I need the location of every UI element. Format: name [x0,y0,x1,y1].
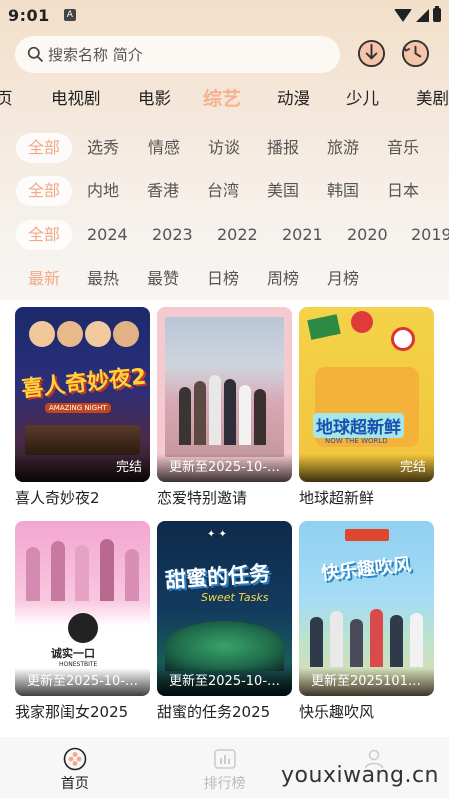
watermark: youxiwang.cn [281,763,439,788]
genre-chip[interactable]: 选秀 [87,133,119,163]
year-chip[interactable]: 2020 [347,220,388,250]
sort-chip[interactable]: 最新 [28,264,60,294]
tab-us-drama[interactable]: 美剧 [416,84,449,114]
sort-chip[interactable]: 日榜 [207,264,239,294]
show-card[interactable]: 快乐趣吹风 更新至20251012期 快乐趣吹风 [299,521,434,722]
genre-filter-row: 全部 选秀 情感 访谈 播报 旅游 音乐 [0,133,449,163]
genre-chip[interactable]: 音乐 [387,133,419,163]
episode-caption: 更新至2025-10-12... [157,668,292,696]
show-card[interactable]: 喜人奇妙夜2 AMAZING NIGHT 完结 喜人奇妙夜2 [15,307,150,508]
year-chip[interactable]: 2021 [282,220,323,250]
status-time: 9:01 [8,5,50,25]
wifi-icon [394,8,412,22]
year-chip[interactable]: 全部 [16,220,73,250]
region-chip[interactable]: 香港 [147,176,179,206]
year-chip[interactable]: 2023 [152,220,193,250]
search-input[interactable] [48,45,318,64]
genre-chip[interactable]: 播报 [267,133,299,163]
region-chip[interactable]: 日本 [387,176,419,206]
home-icon [63,747,87,771]
nav-label: 排行榜 [203,776,246,792]
episode-caption: 更新至2025-10-12... [15,668,150,696]
show-card[interactable]: 更新至2025-10-12... 恋爱特别邀请 [157,307,292,508]
poster-title: 甜蜜的任务 [164,561,271,593]
search-icon [27,46,43,62]
tab-tv-series[interactable]: 电视剧 [51,84,101,114]
tab-movies[interactable]: 电影 [138,84,171,114]
signal-icon [416,8,429,22]
episode-caption: 更新至20251012期 [299,668,434,696]
show-poster[interactable]: 诚实一口 HONESTBITE 更新至2025-10-12... [15,521,150,696]
tab-variety[interactable]: 综艺 [203,84,241,114]
show-title[interactable]: 喜人奇妙夜2 [15,487,150,508]
notification-icon: A [63,9,76,21]
status-bar: 9:01 A [0,0,449,30]
genre-chip[interactable]: 情感 [148,133,180,163]
show-title[interactable]: 恋爱特别邀请 [157,487,292,508]
region-chip[interactable]: 台湾 [207,176,239,206]
region-chip[interactable]: 内地 [87,176,119,206]
nav-label: 首页 [60,776,89,792]
year-chip[interactable]: 2022 [217,220,258,250]
show-card[interactable]: 地球超新鲜 NOW THE WORLD 完结 地球超新鲜 [299,307,434,508]
show-poster[interactable]: 地球超新鲜 NOW THE WORLD 完结 [299,307,434,482]
episode-caption: 完结 [299,454,434,482]
poster-title: 喜人奇妙夜2 [20,364,148,403]
year-filter-row: 全部 2024 2023 2022 2021 2020 2019 [0,220,449,250]
sort-chip[interactable]: 周榜 [267,264,299,294]
tab-kids[interactable]: 少儿 [346,84,379,114]
year-chip[interactable]: 2024 [87,220,128,250]
show-title[interactable]: 我家那闺女2025 [15,701,150,722]
poster-subtitle: AMAZING NIGHT [45,403,111,413]
nav-ranking[interactable]: 排行榜 [150,737,300,798]
show-title[interactable]: 地球超新鲜 [299,487,434,508]
category-tabs: 页 电视剧 电影 综艺 动漫 少儿 美剧 [0,84,449,114]
search-bar[interactable] [15,36,340,73]
region-chip[interactable]: 美国 [267,176,299,206]
poster-title: 诚实一口 [51,647,95,660]
show-card[interactable]: 诚实一口 HONESTBITE 更新至2025-10-12... 我家那闺女20… [15,521,150,722]
show-title[interactable]: 快乐趣吹风 [299,701,434,722]
ranking-icon [213,749,236,769]
poster-subtitle: NOW THE WORLD [325,437,388,445]
poster-subtitle: HONESTBITE [59,661,98,668]
poster-subtitle: Sweet Tasks [201,591,269,604]
show-poster[interactable]: 喜人奇妙夜2 AMAZING NIGHT 完结 [15,307,150,482]
region-chip[interactable]: 韩国 [327,176,359,206]
sort-chip[interactable]: 最赞 [147,264,179,294]
genre-chip[interactable]: 旅游 [327,133,359,163]
poster-title: 地球超新鲜 [313,413,404,438]
region-chip[interactable]: 全部 [16,176,73,206]
tab-anime[interactable]: 动漫 [277,84,310,114]
status-icons [394,6,441,22]
poster-title: 快乐趣吹风 [320,554,413,585]
show-poster[interactable]: 更新至2025-10-12... [157,307,292,482]
genre-chip[interactable]: 全部 [16,133,73,163]
show-card[interactable]: ✦ ✦ 甜蜜的任务 Sweet Tasks 更新至2025-10-12... 甜… [157,521,292,722]
battery-icon [433,6,441,22]
show-poster[interactable]: 快乐趣吹风 更新至20251012期 [299,521,434,696]
history-icon[interactable] [401,39,430,68]
show-title[interactable]: 甜蜜的任务2025 [157,701,292,722]
episode-caption: 完结 [15,454,150,482]
sort-chip[interactable]: 月榜 [327,264,359,294]
region-filter-row: 全部 内地 香港 台湾 美国 韩国 日本 [0,176,449,206]
year-chip[interactable]: 2019 [411,220,449,250]
nav-home[interactable]: 首页 [0,737,150,798]
episode-caption: 更新至2025-10-12... [157,454,292,482]
genre-chip[interactable]: 访谈 [208,133,240,163]
sort-chip[interactable]: 最热 [87,264,119,294]
download-icon[interactable] [357,39,386,68]
sort-filter-row: 最新 最热 最赞 日榜 周榜 月榜 [0,264,449,294]
tab-partial[interactable]: 页 [0,84,13,114]
show-poster[interactable]: ✦ ✦ 甜蜜的任务 Sweet Tasks 更新至2025-10-12... [157,521,292,696]
